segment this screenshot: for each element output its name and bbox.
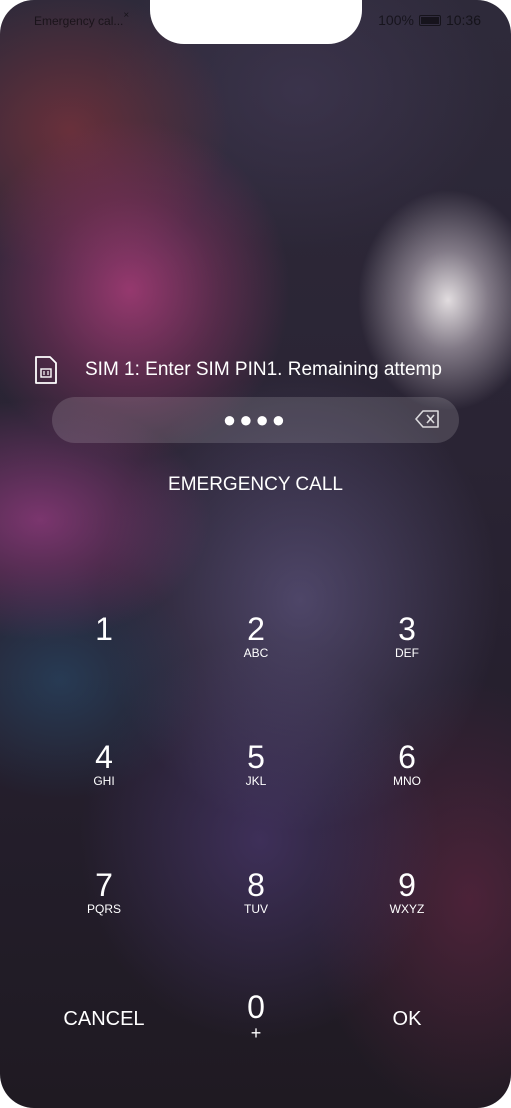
status-bar-right: 100% 10:36 bbox=[378, 12, 481, 28]
sim-card-icon bbox=[35, 356, 57, 384]
backspace-icon[interactable] bbox=[415, 409, 440, 429]
clock: 10:36 bbox=[445, 12, 481, 28]
key-6-digit: 6 bbox=[398, 739, 416, 775]
emergency-call-button[interactable]: EMERGENCY CALL bbox=[0, 474, 511, 496]
key-0-plus: + bbox=[250, 1023, 262, 1043]
key-8-letters: TUV bbox=[244, 902, 268, 916]
key-7[interactable]: 7 PQRS bbox=[44, 868, 164, 948]
key-2-digit: 2 bbox=[247, 611, 265, 647]
key-4-digit: 4 bbox=[95, 739, 113, 775]
key-3-letters: DEF bbox=[395, 646, 419, 660]
key-5-digit: 5 bbox=[247, 739, 265, 775]
status-carrier-text: Emergency cal... bbox=[34, 14, 124, 28]
key-6-letters: MNO bbox=[393, 774, 421, 788]
battery-percent: 100% bbox=[378, 12, 414, 28]
key-1[interactable]: 1 bbox=[44, 612, 164, 692]
key-2-letters: ABC bbox=[243, 646, 269, 660]
key-8-digit: 8 bbox=[247, 867, 265, 903]
cancel-label: CANCEL bbox=[63, 1008, 145, 1030]
sim-pin-message: SIM 1: Enter SIM PIN1. Remaining attemp bbox=[85, 359, 442, 380]
key-1-digit: 1 bbox=[95, 611, 113, 647]
key-3-digit: 3 bbox=[398, 611, 416, 647]
key-0[interactable]: 0 + bbox=[196, 990, 316, 1070]
key-9[interactable]: 9 WXYZ bbox=[347, 868, 467, 948]
key-5-letters: JKL bbox=[245, 774, 267, 788]
pin-input-field[interactable]: ●●●● bbox=[52, 397, 459, 443]
key-0-digit: 0 bbox=[247, 989, 265, 1025]
key-8[interactable]: 8 TUV bbox=[196, 868, 316, 948]
key-9-letters: WXYZ bbox=[389, 902, 425, 916]
status-close-mark: × bbox=[123, 10, 130, 21]
key-4-letters: GHI bbox=[93, 774, 115, 788]
key-7-digit: 7 bbox=[95, 867, 113, 903]
key-4[interactable]: 4 GHI bbox=[44, 740, 164, 820]
key-2[interactable]: 2 ABC bbox=[196, 612, 316, 692]
key-7-letters: PQRS bbox=[86, 902, 121, 916]
key-3[interactable]: 3 DEF bbox=[347, 612, 467, 692]
ok-button[interactable]: OK bbox=[347, 990, 467, 1070]
key-6[interactable]: 6 MNO bbox=[347, 740, 467, 820]
cancel-button[interactable]: CANCEL bbox=[44, 990, 164, 1070]
display-notch bbox=[150, 0, 362, 44]
battery-icon bbox=[418, 14, 441, 26]
lock-screen: Emergency cal...× 100% 10:36 SIM 1: Ente… bbox=[0, 0, 511, 1108]
key-9-digit: 9 bbox=[398, 867, 416, 903]
ok-label: OK bbox=[392, 1008, 422, 1030]
pin-masked-value: ●●●● bbox=[222, 407, 289, 432]
status-bar-left: Emergency cal...× bbox=[34, 10, 129, 28]
key-5[interactable]: 5 JKL bbox=[196, 740, 316, 820]
sim-pin-prompt: SIM 1: Enter SIM PIN1. Remaining attemp bbox=[34, 352, 511, 388]
